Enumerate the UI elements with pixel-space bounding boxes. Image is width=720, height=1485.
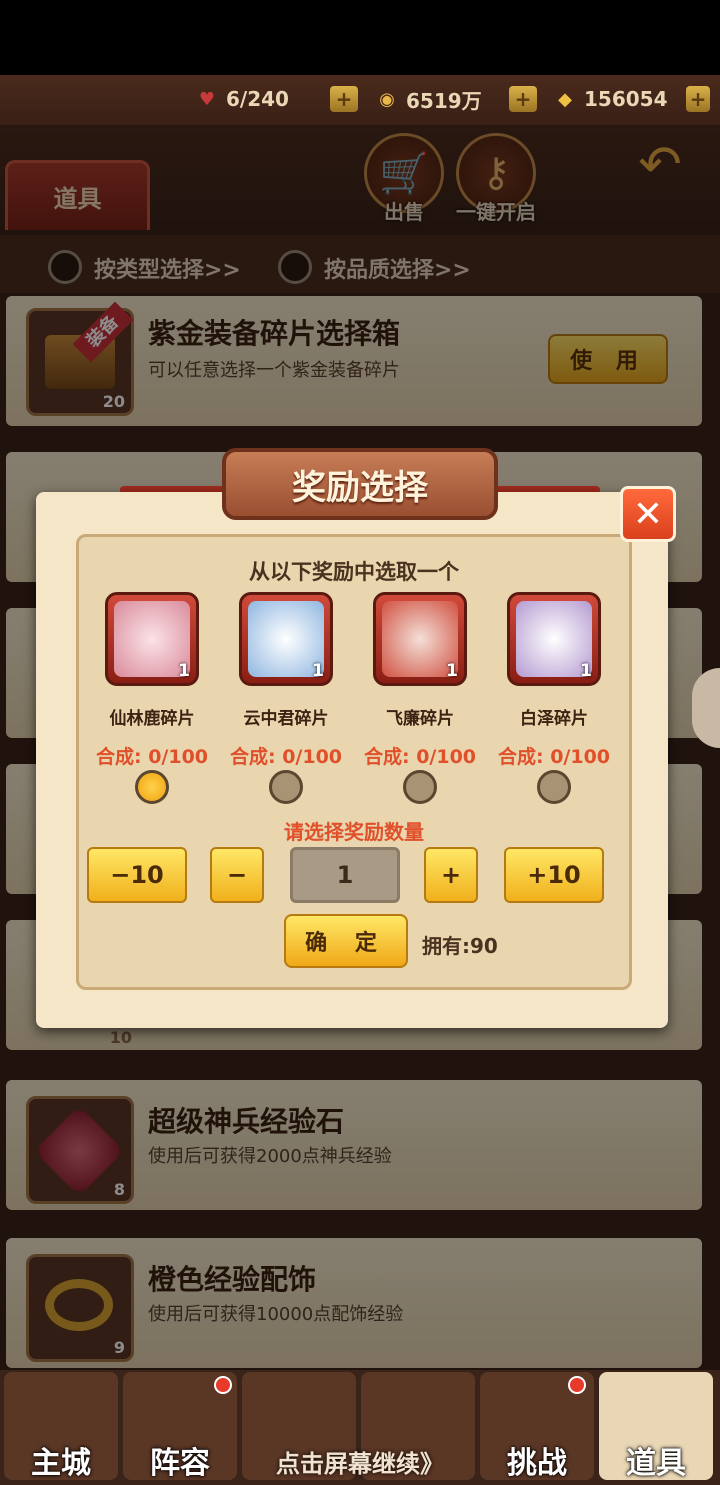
stamina-display: ♥ 6/240 — [194, 84, 289, 114]
reward-name: 云中君碎片 — [243, 709, 329, 729]
minus-button[interactable]: − — [210, 847, 264, 903]
coins-display: ◉ 6519万 — [374, 84, 482, 114]
nav-label: 主城 — [31, 1446, 91, 1481]
add-ingots-button[interactable]: + — [686, 86, 710, 112]
side-toggle-button[interactable] — [692, 668, 720, 748]
reward-radio-deer[interactable] — [135, 770, 169, 804]
tap-to-continue-hint: 点击屏幕继续》 — [276, 1450, 444, 1478]
quantity-field[interactable]: 1 — [290, 847, 400, 903]
synthesis-label: 合成: — [497, 746, 544, 768]
quantity-title: 请选择奖励数量 — [284, 820, 424, 844]
minus-ten-button[interactable]: −10 — [87, 847, 187, 903]
reward-item-deer[interactable]: 1 — [105, 592, 199, 686]
close-button[interactable]: ✕ — [620, 486, 676, 542]
synthesis-value: 0/100 — [550, 746, 611, 768]
synthesis-label: 合成: — [229, 746, 276, 768]
nav-label: 道具 — [626, 1446, 686, 1481]
reward-item-feilian[interactable]: 1 — [373, 592, 467, 686]
reward-qty: 1 — [178, 661, 190, 681]
confirm-button[interactable]: 确 定 — [284, 914, 408, 968]
reward-name: 飞廉碎片 — [386, 709, 454, 729]
synthesis-label: 合成: — [363, 746, 410, 768]
synthesis-progress: 合成: 0/100 — [489, 742, 619, 769]
reward-radio-feilian[interactable] — [403, 770, 437, 804]
stamina-icon: ♥ — [198, 88, 216, 110]
reward-item-baize[interactable]: 1 — [507, 592, 601, 686]
add-stamina-button[interactable]: + — [330, 86, 358, 112]
synthesis-label: 合成: — [95, 746, 142, 768]
synthesis-value: 0/100 — [416, 746, 477, 768]
reward-radio-cloud-lord[interactable] — [269, 770, 303, 804]
owned-count: 拥有:90 — [422, 934, 498, 958]
plus-ten-button[interactable]: +10 — [504, 847, 604, 903]
stamina-value: 6/240 — [226, 87, 289, 111]
dialog-title: 奖励选择 — [222, 448, 498, 520]
ingots-value: 156054 — [584, 87, 668, 111]
dialog-subtitle: 从以下奖励中选取一个 — [249, 560, 459, 584]
reward-qty: 1 — [580, 661, 592, 681]
synthesis-value: 0/100 — [282, 746, 343, 768]
reward-name: 仙林鹿碎片 — [109, 709, 195, 729]
notification-dot — [214, 1376, 232, 1394]
status-bar — [0, 0, 720, 75]
nav-label: 阵容 — [150, 1446, 210, 1481]
add-coins-button[interactable]: + — [509, 86, 537, 112]
synthesis-progress: 合成: 0/100 — [87, 742, 217, 769]
coins-value: 6519万 — [406, 88, 482, 113]
reward-radio-baize[interactable] — [537, 770, 571, 804]
ingots-display: ◆ 156054 — [552, 84, 668, 114]
synthesis-progress: 合成: 0/100 — [355, 742, 485, 769]
notification-dot — [568, 1376, 586, 1394]
reward-qty: 1 — [312, 661, 324, 681]
plus-button[interactable]: + — [424, 847, 478, 903]
synthesis-progress: 合成: 0/100 — [221, 742, 351, 769]
ingot-icon: ◆ — [558, 88, 572, 110]
reward-item-cloud-lord[interactable]: 1 — [239, 592, 333, 686]
synthesis-value: 0/100 — [148, 746, 209, 768]
reward-name: 白泽碎片 — [520, 709, 588, 729]
coin-icon: ◉ — [379, 88, 395, 110]
nav-label: 挑战 — [507, 1446, 567, 1481]
reward-qty: 1 — [446, 661, 458, 681]
